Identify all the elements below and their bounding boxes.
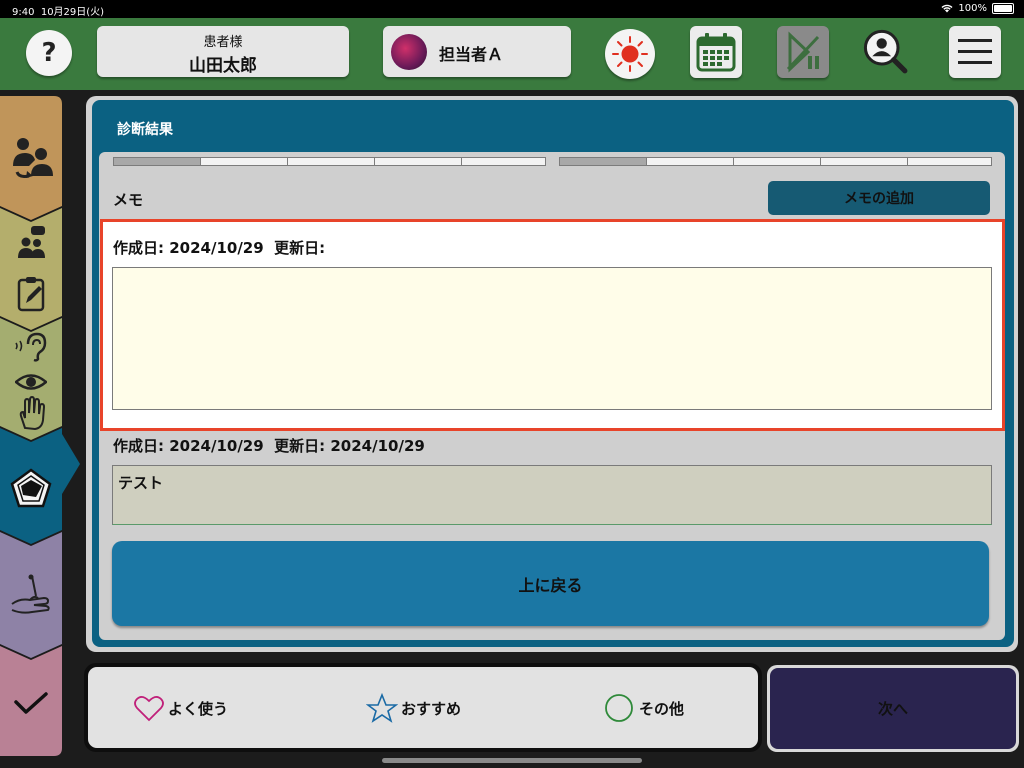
help-label: ? [41, 38, 57, 68]
staff-avatar [391, 34, 427, 70]
staff-card[interactable]: 担当者Ａ [383, 26, 571, 77]
memo-created-date: 作成日: 2024/10/29 [113, 239, 264, 257]
memo-dates: 作成日: 2024/10/29 更新日: [113, 237, 325, 258]
status-datetime: 9:40 10月29日(火) [12, 7, 105, 18]
calendar-button[interactable] [690, 26, 742, 78]
pentagon-chart-icon [10, 468, 52, 508]
page-indicator-segment [113, 157, 201, 166]
recommended-filter[interactable]: おすすめ [366, 693, 461, 723]
star-icon [366, 693, 398, 723]
page-indicator-segment [646, 157, 734, 166]
page-indicator-segment [820, 157, 908, 166]
recommended-label: おすすめ [401, 699, 462, 718]
menu-button[interactable] [949, 26, 1001, 78]
memo-text-display[interactable]: テスト [112, 465, 992, 525]
page-indicator-segment [200, 157, 288, 166]
next-button[interactable]: 次へ [770, 668, 1016, 749]
skip-button[interactable] [777, 26, 829, 78]
favorites-filter[interactable]: よく使う [134, 693, 228, 723]
page-indicator-segment [461, 157, 546, 166]
menu-icon [958, 39, 992, 64]
record-icon [612, 36, 648, 72]
memo-text-input[interactable] [112, 267, 992, 410]
page-indicator-segment [559, 157, 647, 166]
page-indicator-segment [287, 157, 375, 166]
patient-caption: 患者様 [203, 35, 243, 50]
back-to-top-label: 上に戻る [518, 575, 583, 595]
memo-label: メモ [113, 191, 144, 209]
memo-dates: 作成日: 2024/10/29 更新日: 2024/10/29 [113, 435, 425, 456]
other-label: その他 [639, 699, 685, 718]
chat-people-icon [18, 226, 45, 258]
other-filter[interactable]: その他 [604, 693, 684, 723]
skip-icon [786, 31, 820, 73]
wifi-icon [941, 4, 953, 13]
favorites-label: よく使う [168, 699, 229, 718]
relay-icon [13, 138, 53, 178]
help-button[interactable]: ? [26, 30, 72, 76]
back-to-top-button[interactable]: 上に戻る [112, 541, 989, 626]
add-memo-button[interactable]: メモの追加 [768, 181, 990, 215]
add-memo-label: メモの追加 [844, 191, 914, 207]
hand-icon [19, 396, 46, 430]
ear-icon [15, 332, 47, 362]
page-indicator-segment [907, 157, 992, 166]
calendar-icon [696, 33, 736, 72]
status-right: 100% [941, 3, 1014, 14]
home-indicator[interactable] [382, 758, 642, 763]
eye-icon [15, 374, 47, 390]
heart-icon [134, 696, 164, 722]
battery-percent: 100% [958, 3, 987, 14]
status-bar: 9:40 10月29日(火) 100% [0, 0, 1024, 18]
needle-hand-icon [11, 574, 50, 614]
battery-icon [992, 3, 1014, 14]
check-icon [14, 692, 48, 714]
patient-name: 山田太郎 [189, 56, 257, 76]
record-button[interactable] [605, 29, 655, 79]
next-label: 次へ [877, 700, 908, 718]
search-user-button[interactable] [862, 28, 910, 76]
search-user-icon [863, 29, 908, 74]
clipboard-icon [17, 277, 45, 312]
circle-icon [605, 694, 633, 722]
memo-created-date: 作成日: 2024/10/29 [113, 437, 264, 455]
sidebar [0, 96, 80, 756]
memo-updated-date: 更新日: [274, 239, 326, 257]
patient-card[interactable]: 患者様 山田太郎 [97, 26, 349, 77]
page-indicator-segment [733, 157, 821, 166]
staff-name: 担当者Ａ [439, 45, 504, 64]
panel-title: 診断結果 [117, 122, 173, 138]
memo-updated-date: 更新日: 2024/10/29 [274, 437, 425, 455]
header-bar: ? 患者様 山田太郎 担当者Ａ [0, 18, 1024, 90]
page-indicator-segment [374, 157, 462, 166]
